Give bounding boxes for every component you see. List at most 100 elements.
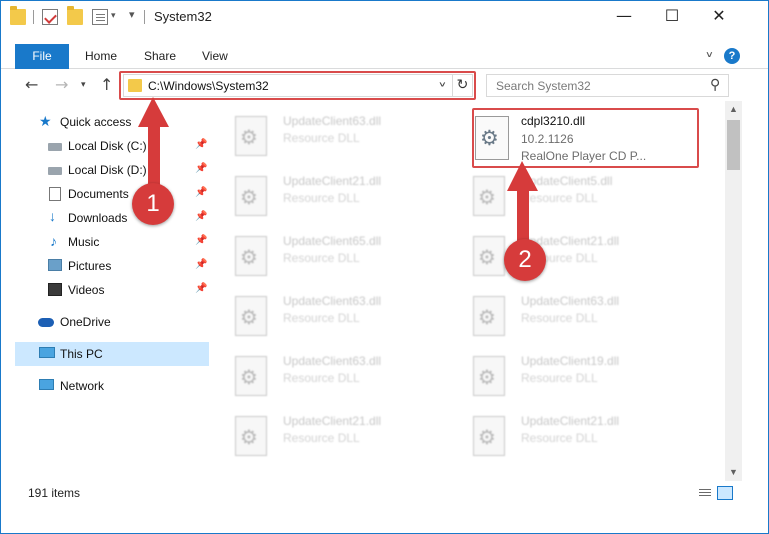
file-name: UpdateClient21.dll (283, 414, 382, 428)
dll-file-icon (473, 416, 505, 456)
pin-icon: 📌 (195, 259, 208, 270)
file-name: UpdateClient63.dll (283, 294, 382, 308)
pin-icon: 📌 (195, 139, 208, 150)
file-item[interactable]: UpdateClient63.dll Resource DLL (221, 286, 451, 342)
disk-icon (48, 143, 62, 151)
file-type: Resource DLL (521, 191, 598, 205)
file-item[interactable]: UpdateClient19.dll Resource DLL (459, 346, 689, 402)
large-icons-view-icon[interactable] (717, 486, 733, 500)
help-icon[interactable]: ? (724, 48, 740, 64)
sidebar-item-downloads[interactable]: ↓ Downloads 📌 (15, 206, 209, 230)
forward-button[interactable]: → (55, 75, 68, 94)
file-item[interactable]: UpdateClient5.dll Resource DLL (459, 166, 689, 222)
document-icon (49, 187, 61, 201)
sidebar-item-label: Quick access (60, 115, 132, 129)
folder-icon (10, 6, 26, 25)
minimize-button[interactable]: — (601, 1, 647, 33)
sidebar-item-label: This PC (60, 347, 103, 361)
back-button[interactable]: ← (25, 75, 38, 94)
sidebar-item-pictures[interactable]: Pictures 📌 (15, 254, 209, 278)
star-icon: ★ (39, 113, 52, 129)
new-folder-icon[interactable] (67, 6, 83, 25)
file-item[interactable]: UpdateClient21.dll Resource DLL (221, 166, 451, 222)
up-button[interactable]: ↑ (100, 75, 113, 94)
pictures-icon (48, 259, 62, 271)
sidebar-item-label: Music (68, 235, 100, 249)
dll-file-icon (235, 296, 267, 336)
ribbon-tabs: File Home Share View ∨ ? (1, 44, 768, 69)
sidebar-item-label: Downloads (68, 211, 128, 225)
file-item[interactable]: UpdateClient65.dll Resource DLL (221, 226, 451, 282)
sidebar-item-music[interactable]: ♪ Music 📌 (15, 230, 209, 254)
sidebar-item-documents[interactable]: Documents 📌 (15, 182, 209, 206)
file-item[interactable]: UpdateClient63.dll Resource DLL (221, 346, 451, 402)
file-item[interactable]: UpdateClient63.dll Resource DLL (221, 106, 451, 162)
properties-check-icon[interactable] (42, 9, 58, 25)
file-type: Resource DLL (283, 251, 360, 265)
scrollbar-thumb[interactable] (727, 120, 740, 170)
window-title: System32 (154, 9, 212, 24)
scroll-up-icon[interactable]: ▲ (725, 101, 742, 118)
tab-view[interactable]: View (202, 44, 228, 69)
file-item[interactable]: UpdateClient21.dll Resource DLL (459, 226, 689, 282)
pin-icon: 📌 (195, 163, 208, 174)
sidebar-item-local-disk-d[interactable]: Local Disk (D:) 📌 (15, 158, 209, 182)
sidebar-item-label: Pictures (68, 259, 112, 273)
dll-file-icon (473, 236, 505, 276)
tab-share[interactable]: Share (144, 44, 176, 69)
dll-file-icon (473, 176, 505, 216)
file-item[interactable]: UpdateClient21.dll Resource DLL (459, 406, 689, 462)
sidebar-item-label: Network (60, 379, 105, 393)
close-button[interactable]: ✕ (696, 1, 742, 33)
music-icon: ♪ (50, 233, 57, 249)
file-type: Resource DLL (283, 371, 360, 385)
file-type: Resource DLL (521, 371, 598, 385)
sidebar-item-local-disk-c[interactable]: Local Disk (C:) 📌 (15, 134, 209, 158)
dll-file-icon (473, 356, 505, 396)
quick-access-dropdown-icon[interactable]: ▾ (111, 10, 116, 21)
file-name: UpdateClient63.dll (283, 114, 382, 128)
tab-home[interactable]: Home (85, 44, 117, 69)
network-icon (39, 379, 54, 390)
search-input[interactable]: Search System32 ⚲ (486, 74, 729, 97)
maximize-button[interactable]: ☐ (649, 1, 695, 33)
step-1-badge: 1 (132, 183, 174, 225)
file-name: UpdateClient21.dll (283, 174, 382, 188)
details-view-icon[interactable] (697, 486, 713, 500)
file-name: UpdateClient63.dll (283, 354, 382, 368)
file-name: UpdateClient19.dll (521, 354, 620, 368)
sidebar-item-onedrive[interactable]: OneDrive (15, 310, 209, 334)
title-separator (33, 10, 34, 24)
sidebar-item-network[interactable]: Network (15, 374, 209, 398)
scroll-down-icon[interactable]: ▼ (725, 464, 742, 481)
vertical-scrollbar[interactable]: ▲ ▼ (725, 101, 742, 481)
search-icon[interactable]: ⚲ (710, 77, 720, 93)
sidebar-item-label: OneDrive (60, 315, 111, 329)
dll-file-icon (235, 236, 267, 276)
dll-file-icon (235, 176, 267, 216)
file-name: UpdateClient5.dll (521, 174, 613, 188)
file-type: Resource DLL (521, 311, 598, 325)
file-type: Resource DLL (283, 131, 360, 145)
file-item[interactable]: UpdateClient63.dll Resource DLL (459, 286, 689, 342)
dll-file-icon (473, 296, 505, 336)
highlight-file-box (472, 108, 699, 168)
sidebar-item-videos[interactable]: Videos 📌 (15, 278, 209, 302)
step-2-badge: 2 (504, 239, 546, 281)
file-item[interactable]: UpdateClient21.dll Resource DLL (221, 406, 451, 462)
file-name: UpdateClient63.dll (521, 294, 620, 308)
expand-ribbon-icon[interactable]: ∨ (705, 49, 714, 59)
sidebar-item-quick-access[interactable]: ★ Quick access (15, 110, 209, 134)
recent-locations-icon[interactable]: ▾ (81, 80, 86, 90)
sidebar-item-this-pc[interactable]: This PC (15, 342, 209, 366)
file-type: Resource DLL (283, 191, 360, 205)
properties-icon[interactable] (92, 9, 108, 25)
videos-icon (48, 283, 62, 296)
customize-toolbar-icon[interactable]: ▾ (129, 8, 135, 21)
file-name: UpdateClient65.dll (283, 234, 382, 248)
pin-icon: 📌 (195, 283, 208, 294)
file-type: Resource DLL (521, 431, 598, 445)
file-type: Resource DLL (283, 431, 360, 445)
sidebar-item-label: Local Disk (C:) (68, 139, 147, 153)
tab-file[interactable]: File (15, 44, 69, 69)
